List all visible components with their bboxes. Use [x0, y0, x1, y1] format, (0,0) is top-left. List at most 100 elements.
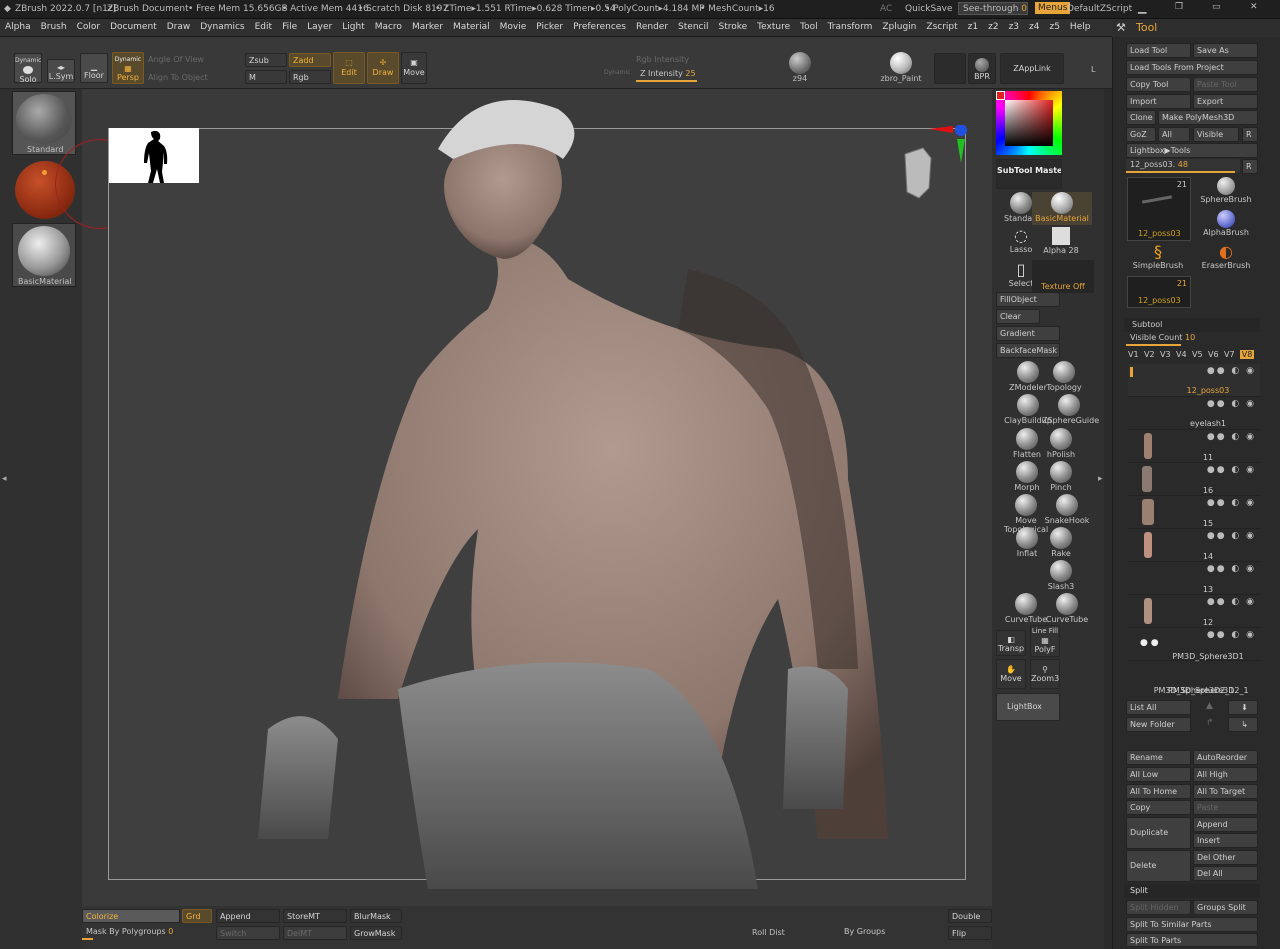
hpolish-brush-button[interactable]: hPolish	[1044, 428, 1078, 461]
zadd-button[interactable]: Zadd	[289, 53, 331, 67]
version-v4[interactable]: V4	[1176, 350, 1192, 359]
menu-z1[interactable]: z1	[963, 19, 983, 37]
menu-material[interactable]: Material	[448, 19, 495, 37]
paste-tool-button[interactable]: Paste Tool	[1193, 77, 1258, 92]
menu-color[interactable]: Color	[72, 19, 106, 37]
subtool-master-button[interactable]: SubTool Master	[996, 159, 1062, 189]
tool-thumb-12-poss03[interactable]: 21 12_poss03	[1127, 177, 1191, 241]
move-up-icon[interactable]: ▲	[1206, 701, 1213, 711]
minimize-icon[interactable]: ▁	[1138, 1, 1146, 14]
all-to-target-button[interactable]: All To Target	[1193, 784, 1258, 799]
align-to-object-button[interactable]: Align To Object	[148, 73, 208, 82]
material-zbro-button[interactable]: zbro_Paint	[876, 52, 926, 83]
clear-button[interactable]: Clear	[996, 309, 1040, 324]
goz-visible-button[interactable]: Visible	[1193, 127, 1239, 142]
transp-button[interactable]: ◧ Transp	[996, 630, 1026, 656]
flatten-brush-button[interactable]: Flatten	[1010, 428, 1044, 461]
paste-subtool-button[interactable]: Paste	[1193, 800, 1258, 815]
current-tool-r-button[interactable]: R	[1242, 159, 1258, 174]
lightbox-tools-button[interactable]: Lightbox▶Tools	[1126, 143, 1258, 158]
del-all-button[interactable]: Del All	[1193, 866, 1258, 881]
double-button[interactable]: Double	[948, 909, 992, 923]
polyf-button[interactable]: Line Fill ▦ PolyF	[1030, 625, 1060, 657]
backfacemask-button[interactable]: BackfaceMask	[996, 343, 1060, 358]
roll-dist-slider[interactable]: Roll Dist	[752, 928, 785, 937]
slash3-brush-button[interactable]: Slash3	[1044, 560, 1078, 593]
version-v8[interactable]: V8	[1240, 350, 1254, 359]
pinch-brush-button[interactable]: Pinch	[1044, 461, 1078, 494]
menu-brush[interactable]: Brush	[36, 19, 72, 37]
list-all-button[interactable]: List All	[1126, 700, 1191, 715]
menu-zscript[interactable]: Zscript	[921, 19, 962, 37]
window-icon[interactable]: ❐	[1175, 2, 1183, 12]
load-tools-from-project-button[interactable]: Load Tools From Project	[1126, 60, 1258, 75]
subtool-row-pm3d-sphere3d1[interactable]: ● ● PM3D_Sphere3D1 ●● ◐ ◉	[1128, 628, 1260, 661]
grd-button[interactable]: Grd	[182, 909, 212, 923]
gradient-button[interactable]: Gradient	[996, 326, 1060, 341]
split-header[interactable]: Split	[1124, 884, 1260, 898]
subtool-row-13[interactable]: 13 ●● ◐ ◉	[1128, 562, 1260, 595]
rgb-button[interactable]: Rgb	[289, 70, 331, 84]
snakehook-brush-button[interactable]: SnakeHook	[1042, 494, 1092, 527]
lsym-button[interactable]: ◂▸ L.Sym	[47, 59, 75, 83]
visible-count-slider[interactable]: Visible Count 10	[1126, 332, 1258, 346]
menu-texture[interactable]: Texture	[752, 19, 795, 37]
version-v6[interactable]: V6	[1208, 350, 1224, 359]
color-picker[interactable]	[996, 91, 1062, 155]
subtool-visibility-icon[interactable]: ●● ◐ ◉	[1207, 399, 1256, 409]
standard-brush-button[interactable]: Standard	[12, 91, 76, 155]
move-down-button[interactable]: ⬇	[1228, 700, 1258, 715]
menu-draw[interactable]: Draw	[162, 19, 196, 37]
version-v1[interactable]: V1	[1128, 350, 1144, 359]
menu-z3[interactable]: z3	[1004, 19, 1024, 37]
menu-stroke[interactable]: Stroke	[713, 19, 752, 37]
goz-button[interactable]: GoZ	[1126, 127, 1156, 142]
bpr-button[interactable]: BPR	[968, 53, 996, 84]
draw-button[interactable]: ✢ Draw	[367, 52, 399, 84]
zsub-button[interactable]: Zsub	[245, 53, 287, 67]
storemt-button[interactable]: StoreMT	[283, 909, 347, 923]
flip-button[interactable]: Flip	[948, 926, 992, 940]
colorize-button[interactable]: Colorize	[82, 909, 180, 923]
all-to-home-button[interactable]: All To Home	[1126, 784, 1191, 799]
restore-icon[interactable]: ▭	[1212, 2, 1221, 12]
menu-file[interactable]: File	[277, 19, 302, 37]
ac-label[interactable]: AC	[880, 4, 892, 14]
arrow-right-button[interactable]: ↳	[1228, 717, 1258, 732]
see-through-slider[interactable]: See-through 0	[958, 2, 1028, 15]
lightbox-button[interactable]: LightBox	[996, 693, 1060, 721]
tool-thumb-12-poss03-small[interactable]: 21 12_poss03	[1127, 276, 1191, 308]
append-bottom-button[interactable]: Append	[216, 909, 280, 923]
mask-by-polygroups-slider[interactable]: Mask By Polygroups 0	[82, 926, 214, 940]
default-zscript-button[interactable]: DefaultZScript	[1067, 4, 1132, 14]
rgb-intensity-slider[interactable]: Rgb Intensity	[636, 55, 689, 64]
main-color-swatch[interactable]	[996, 91, 1005, 100]
duplicate-button[interactable]: Duplicate	[1126, 817, 1191, 849]
subtool-visibility-icon[interactable]: ●● ◐ ◉	[1207, 366, 1256, 376]
version-v3[interactable]: V3	[1160, 350, 1176, 359]
simplebrush-tool-button[interactable]: § SimpleBrush	[1128, 243, 1188, 273]
menu-zplugin[interactable]: Zplugin	[877, 19, 921, 37]
goz-all-button[interactable]: All	[1158, 127, 1190, 142]
import-button[interactable]: Import	[1126, 94, 1191, 109]
close-icon[interactable]: ✕	[1250, 2, 1258, 12]
copy-subtool-button[interactable]: Copy	[1126, 800, 1191, 815]
menu-render[interactable]: Render	[631, 19, 673, 37]
menu-movie[interactable]: Movie	[495, 19, 532, 37]
z-intensity-slider[interactable]: Z Intensity 25	[636, 68, 764, 82]
angle-of-view-slider[interactable]: Angle Of View	[148, 55, 204, 64]
all-low-button[interactable]: All Low	[1126, 767, 1191, 782]
material-z94-button[interactable]: z94	[785, 52, 815, 83]
zsphereguide-brush-button[interactable]: ZSphereGuide	[1042, 394, 1099, 427]
solo-button[interactable]: Dynamic Solo	[14, 53, 42, 83]
delmt-button[interactable]: DelMT	[283, 926, 347, 940]
left-tray-toggle-icon[interactable]: ◂	[2, 474, 7, 484]
color-swatch-button[interactable]	[934, 53, 966, 84]
topology-brush-button[interactable]: Topology	[1044, 361, 1084, 394]
menu-z5[interactable]: z5	[1044, 19, 1064, 37]
zoom3d-button[interactable]: ⚲Zoom3D	[1030, 659, 1060, 689]
subtool-row-14[interactable]: 14 ●● ◐ ◉	[1128, 529, 1260, 562]
tool-palette-header[interactable]: ⚒ Tool	[1112, 19, 1280, 37]
menu-dynamics[interactable]: Dynamics	[195, 19, 249, 37]
move-mode-button[interactable]: ▣ Move	[401, 52, 427, 84]
